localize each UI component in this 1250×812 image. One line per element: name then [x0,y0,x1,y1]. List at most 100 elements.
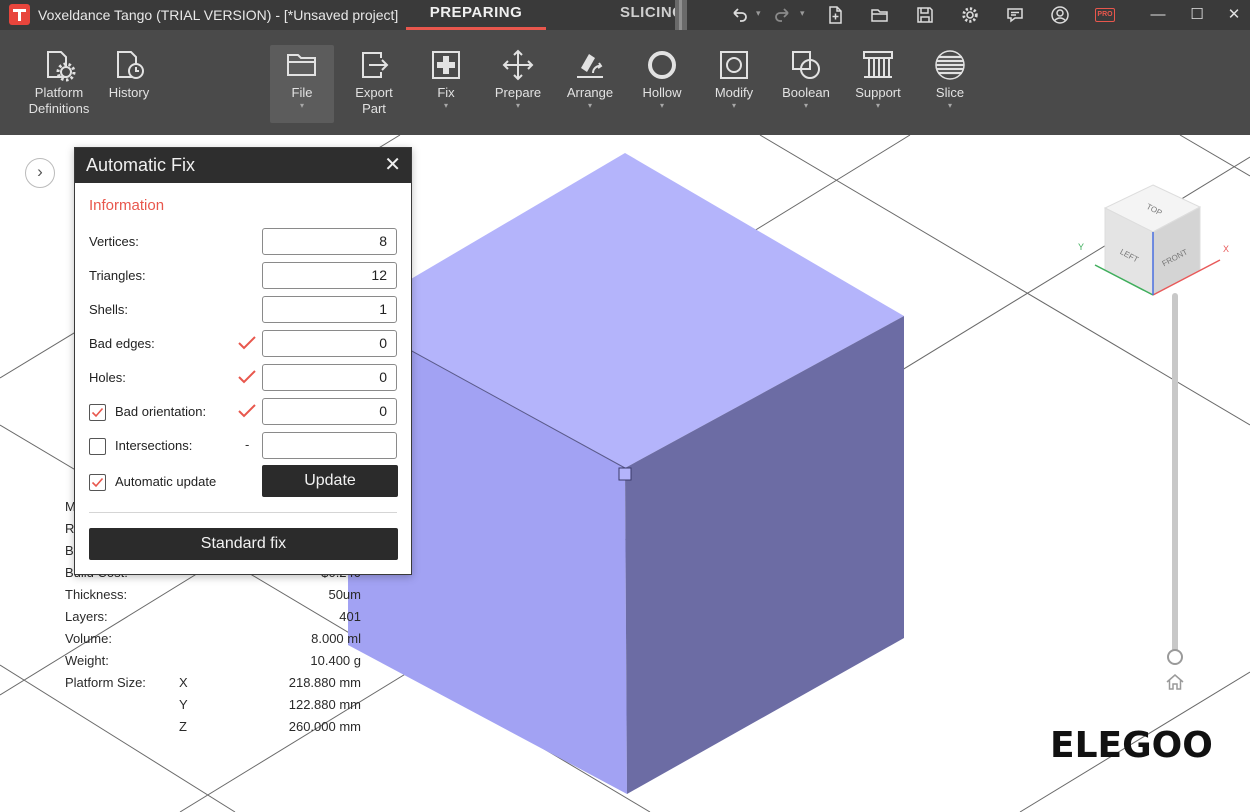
triangles-row: Triangles: 12 [89,262,399,290]
undo-icon[interactable] [726,3,752,27]
shells-label: Shells: [89,302,129,317]
history-label: History [108,85,150,100]
bad-edges-field: 0 [262,330,397,357]
checkbox-check-icon [91,477,104,488]
modify-icon [720,51,748,79]
arrange-label: Arrange [566,85,614,100]
feedback-icon[interactable] [1002,3,1028,27]
dialog-close-icon[interactable]: ✕ [384,148,401,183]
slice-label: Slice [935,85,965,100]
platform-definitions-button[interactable]: Platform Definitions [23,45,95,117]
tab-preparing[interactable]: PREPARING [406,4,546,30]
minimize-icon[interactable]: — [1146,3,1170,27]
settings-icon[interactable] [957,3,983,27]
tab-drag-handle[interactable] [675,0,687,30]
intersections-field [262,432,397,459]
file-dropdown-icon: ▾ [299,101,304,110]
save-icon[interactable] [912,3,938,27]
folder-icon [287,54,316,76]
intersections-checkbox[interactable] [89,438,106,455]
platform-definitions-label-1: Platform [34,85,84,100]
undo-dropdown-icon[interactable]: ▾ [756,8,761,19]
support-dropdown-icon: ▾ [875,101,880,110]
export-part-label-2: Part [362,101,386,116]
dialog-separator [89,512,397,513]
arrange-dropdown-icon: ▾ [587,101,592,110]
shells-field: 1 [262,296,397,323]
information-section-title: Information [89,197,165,214]
intersections-row: Intersections: - [89,432,399,460]
prepare-button[interactable]: Prepare ▾ [482,45,554,111]
boolean-button[interactable]: Boolean ▾ [770,45,842,111]
boolean-icon [792,51,820,79]
intersections-status: - [245,437,250,452]
standard-fix-button[interactable]: Standard fix [89,528,398,560]
bad-orientation-checkbox[interactable] [89,404,106,421]
holes-row: Holes: 0 [89,364,399,392]
maximize-icon[interactable]: ☐ [1185,3,1209,27]
boolean-label: Boolean [782,85,830,100]
open-folder-icon[interactable] [867,3,893,27]
view-cube-x-axis-label: X [1223,244,1229,254]
volume-value: 8.000 ml [311,631,361,646]
vertex-marker[interactable] [618,467,632,481]
home-icon[interactable] [1164,672,1186,692]
support-button[interactable]: Support ▾ [842,45,914,111]
weight-value: 10.400 g [310,653,361,668]
slice-button[interactable]: Slice ▾ [914,45,986,111]
pro-icon[interactable]: PRO [1095,8,1115,22]
triangles-label: Triangles: [89,268,146,283]
zoom-slider-handle[interactable] [1167,649,1183,665]
close-icon[interactable]: ✕ [1222,3,1246,27]
new-file-icon[interactable] [822,3,848,27]
support-icon [863,51,893,78]
history-button[interactable]: History [93,45,165,101]
file-button[interactable]: File ▾ [270,45,334,123]
arrange-button[interactable]: Arrange ▾ [554,45,626,111]
file-label: File [291,85,313,100]
thickness-value: 50um [328,587,361,602]
dialog-header: Automatic Fix ✕ [75,148,411,183]
holes-field: 0 [262,364,397,391]
account-icon[interactable] [1047,3,1073,27]
volume-label: Volume: [65,631,112,646]
modify-button[interactable]: Modify ▾ [698,45,770,111]
bad-orientation-ok-icon [238,404,256,418]
layers-value: 401 [339,609,361,624]
update-button[interactable]: Update [262,465,398,497]
automatic-update-label: Automatic update [115,474,217,489]
redo-icon[interactable] [770,3,796,27]
bad-edges-row: Bad edges: 0 [89,330,399,358]
vertices-row: Vertices: 8 [89,228,399,256]
window-title: Voxeldance Tango (TRIAL VERSION) - [*Uns… [38,7,399,23]
holes-label: Holes: [89,370,126,385]
hollow-button[interactable]: Hollow ▾ [626,45,698,111]
bad-orientation-row: Bad orientation: 0 [89,398,399,426]
shells-row: Shells: 1 [89,296,399,324]
history-icon [117,51,144,79]
platform-y-axis-label: Y [179,697,188,712]
app-logo [9,4,30,25]
title-bar: Voxeldance Tango (TRIAL VERSION) - [*Uns… [0,0,1250,30]
fix-button[interactable]: Fix ▾ [410,45,482,111]
move-icon [502,49,534,81]
info-partial-label: B [65,543,74,558]
sidebar-expand-button[interactable]: › [25,158,55,188]
elegoo-logo: ELEGOO [1050,725,1213,766]
prepare-label: Prepare [494,85,542,100]
fix-dropdown-icon: ▾ [443,101,448,110]
platform-y-value: 122.880 mm [288,697,361,712]
tab-slicing[interactable]: SLICING [606,4,686,30]
export-icon [362,52,389,78]
bad-edges-label: Bad edges: [89,336,155,351]
prepare-dropdown-icon: ▾ [515,101,520,110]
zoom-slider-track[interactable] [1172,293,1178,655]
checkbox-check-icon [91,407,104,418]
export-part-button[interactable]: Export Part [338,45,410,117]
view-cube[interactable]: TOP LEFT FRONT Y X [1070,180,1240,300]
slice-icon [935,50,965,80]
info-partial-label: R [65,521,75,536]
redo-dropdown-icon[interactable]: ▾ [800,8,805,19]
automatic-update-checkbox[interactable] [89,474,106,491]
holes-ok-icon [238,370,256,384]
